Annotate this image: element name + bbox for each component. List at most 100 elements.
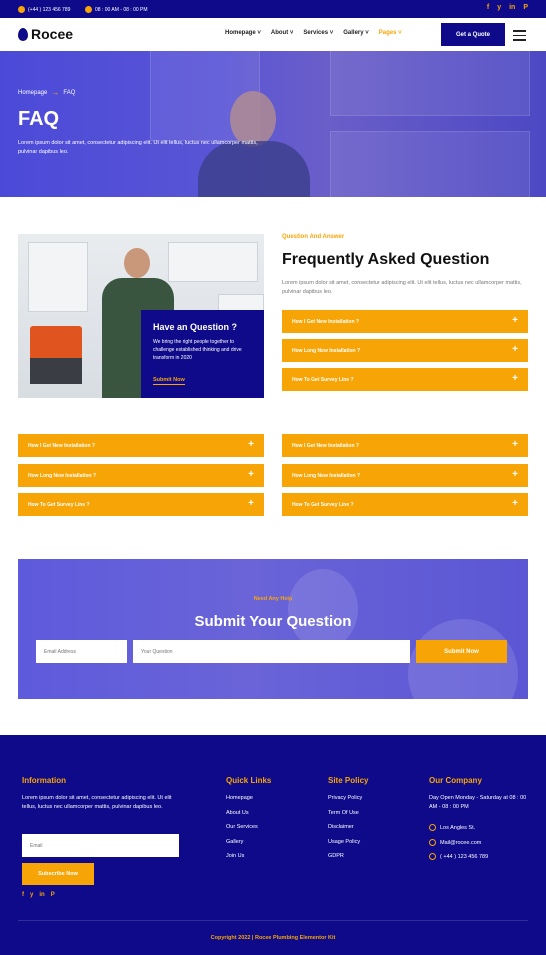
footer-link[interactable]: Disclaimer bbox=[328, 824, 362, 839]
section-label: Need Any Help bbox=[253, 596, 293, 602]
footer-link[interactable]: Join Us bbox=[226, 853, 258, 868]
footer-link[interactable]: Privacy Policy bbox=[328, 795, 362, 810]
section-label: Question And Answer bbox=[282, 234, 345, 240]
subscribe-button[interactable]: Subscribe Now bbox=[22, 863, 94, 885]
footer-mail-text: Mail@rocee.com bbox=[440, 839, 482, 846]
plus-icon: + bbox=[248, 469, 254, 480]
water-drop-icon bbox=[18, 27, 28, 41]
plus-icon: + bbox=[512, 498, 518, 509]
footer-site-policy-title: Site Policy bbox=[328, 776, 369, 785]
faq-item-label: How I Get New Installation ? bbox=[292, 318, 359, 325]
faq-item[interactable]: How To Get Survey Line ? + bbox=[282, 368, 528, 391]
footer-link[interactable]: Homepage bbox=[226, 795, 258, 810]
breadcrumb: Homepage → FAQ bbox=[18, 88, 75, 97]
top-bar: (+44 ) 123 456 789 08 : 00 AM - 08 : 00 … bbox=[0, 0, 546, 18]
nav-services[interactable]: Services ˅ bbox=[303, 30, 333, 36]
footer-phone-text: ( +44 ) 123 456 789 bbox=[440, 853, 489, 860]
footer-link[interactable]: Usage Policy bbox=[328, 839, 362, 854]
newsletter-email-field[interactable] bbox=[22, 834, 179, 857]
footer-link[interactable]: Our Services bbox=[226, 824, 258, 839]
faq-item-label: How Long New Installation ? bbox=[292, 472, 361, 479]
site-policy-list: Privacy Policy Term Of Use Disclaimer Us… bbox=[328, 795, 362, 868]
header: Rocee Homepage ˅ About ˅ Services ˅ Gall… bbox=[0, 18, 546, 51]
footer-address: Los Angles St. bbox=[429, 824, 475, 831]
have-question-title: Have an Question ? bbox=[153, 322, 238, 332]
twitter-icon[interactable]: y bbox=[30, 892, 33, 898]
plus-icon: + bbox=[512, 373, 518, 384]
hamburger-menu-icon[interactable] bbox=[513, 30, 526, 44]
topbar-social: f y in P bbox=[487, 4, 528, 11]
get-quote-button[interactable]: Get a Quote bbox=[441, 23, 505, 46]
faq-item[interactable]: How I Get New Installation ? + bbox=[18, 434, 264, 457]
nav-about-label: About bbox=[270, 30, 289, 36]
arrow-right-icon: → bbox=[51, 88, 60, 97]
footer-information-text: Lorem ipsum dolor sit amet, consectetur … bbox=[22, 795, 172, 810]
faq-item[interactable]: How Long New Installation ? + bbox=[282, 464, 528, 487]
twitter-icon[interactable]: y bbox=[497, 4, 501, 11]
footer-company-hours: Day Open Monday - Saturday at 08 : 00 AM… bbox=[429, 795, 527, 810]
faq-item[interactable]: How Long New Installation ? + bbox=[282, 339, 528, 362]
submit-now-button[interactable]: Submit Now bbox=[416, 640, 507, 663]
footer-link[interactable]: GDPR bbox=[328, 853, 362, 868]
facebook-icon[interactable]: f bbox=[487, 4, 489, 11]
topbar-phone: (+44 ) 123 456 789 bbox=[18, 6, 70, 13]
mail-icon bbox=[429, 839, 436, 846]
email-address-field[interactable] bbox=[36, 640, 127, 663]
footer-address-text: Los Angles St. bbox=[440, 824, 476, 831]
faq-item-label: How Long New Installation ? bbox=[28, 472, 97, 479]
location-pin-icon bbox=[429, 824, 436, 831]
pinterest-icon[interactable]: P bbox=[51, 892, 55, 898]
footer-phone[interactable]: ( +44 ) 123 456 789 bbox=[429, 853, 488, 860]
footer: Information Lorem ipsum dolor sit amet, … bbox=[0, 735, 546, 955]
footer-link[interactable]: Term Of Use bbox=[328, 810, 362, 825]
nav-services-label: Services bbox=[303, 30, 329, 36]
logo[interactable]: Rocee bbox=[18, 26, 73, 42]
footer-information-title: Information bbox=[22, 776, 66, 785]
plus-icon: + bbox=[512, 469, 518, 480]
linkedin-icon[interactable]: in bbox=[509, 4, 515, 11]
bg-person-image bbox=[288, 569, 358, 649]
faq-item-label: How To Get Survey Line ? bbox=[28, 501, 90, 508]
facebook-icon[interactable]: f bbox=[22, 892, 24, 898]
have-question-text: We bring the right people together to ch… bbox=[153, 339, 242, 361]
copyright: Copyright 2022 | Rocee Plumbing Elemento… bbox=[210, 935, 336, 941]
clock-icon bbox=[85, 6, 92, 13]
nav-homepage[interactable]: Homepage ˅ bbox=[225, 30, 261, 36]
topbar-hours: 08 : 00 AM - 08 : 00 PM bbox=[85, 6, 148, 13]
pinterest-icon[interactable]: P bbox=[523, 4, 528, 11]
submit-question-section: Need Any Help Submit Your Question Submi… bbox=[18, 559, 528, 699]
topbar-hours-text: 08 : 00 AM - 08 : 00 PM bbox=[95, 6, 148, 13]
quick-links-list: Homepage About Us Our Services Gallery J… bbox=[226, 795, 258, 868]
nav-about[interactable]: About ˅ bbox=[271, 30, 294, 36]
faq-item-label: How Long New Installation ? bbox=[292, 347, 361, 354]
hero-banner: Homepage → FAQ FAQ Lorem ipsum dolor sit… bbox=[0, 51, 546, 197]
section-text: Lorem ipsum dolor sit amet, consectetur … bbox=[282, 280, 522, 295]
section-title: Submit Your Question bbox=[194, 613, 352, 630]
faq-item-label: How I Get New Installation ? bbox=[28, 442, 95, 449]
logo-text: Rocee bbox=[31, 26, 74, 42]
footer-company-title: Our Company bbox=[429, 776, 482, 785]
faq-item-label: How To Get Survey Line ? bbox=[292, 376, 354, 383]
hero-text: Lorem ipsum dolor sit amet, consectetur … bbox=[18, 140, 258, 155]
faq-item-label: How To Get Survey Line ? bbox=[292, 501, 354, 508]
faq-item[interactable]: How To Get Survey Line ? + bbox=[18, 493, 264, 516]
submit-now-link[interactable]: Submit Now bbox=[153, 377, 185, 385]
faq-item[interactable]: How I Get New Installation ? + bbox=[282, 310, 528, 333]
faq-item[interactable]: How I Get New Installation ? + bbox=[282, 434, 528, 457]
nav-gallery[interactable]: Gallery ˅ bbox=[343, 30, 369, 36]
breadcrumb-home[interactable]: Homepage bbox=[18, 90, 47, 96]
breadcrumb-current: FAQ bbox=[63, 89, 76, 96]
page-title: FAQ bbox=[18, 108, 60, 130]
plus-icon: + bbox=[248, 439, 254, 450]
footer-link[interactable]: About Us bbox=[226, 810, 258, 825]
nav-pages[interactable]: Pages ˅ bbox=[379, 30, 402, 36]
faq-item[interactable]: How Long New Installation ? + bbox=[18, 464, 264, 487]
linkedin-icon[interactable]: in bbox=[39, 892, 44, 898]
footer-mail[interactable]: Mail@rocee.com bbox=[429, 839, 481, 846]
nav-gallery-label: Gallery bbox=[343, 30, 364, 36]
plus-icon: + bbox=[512, 344, 518, 355]
footer-link[interactable]: Gallery bbox=[226, 839, 258, 854]
plus-icon: + bbox=[512, 439, 518, 450]
faq-item[interactable]: How To Get Survey Line ? + bbox=[282, 493, 528, 516]
question-field[interactable] bbox=[133, 640, 410, 663]
